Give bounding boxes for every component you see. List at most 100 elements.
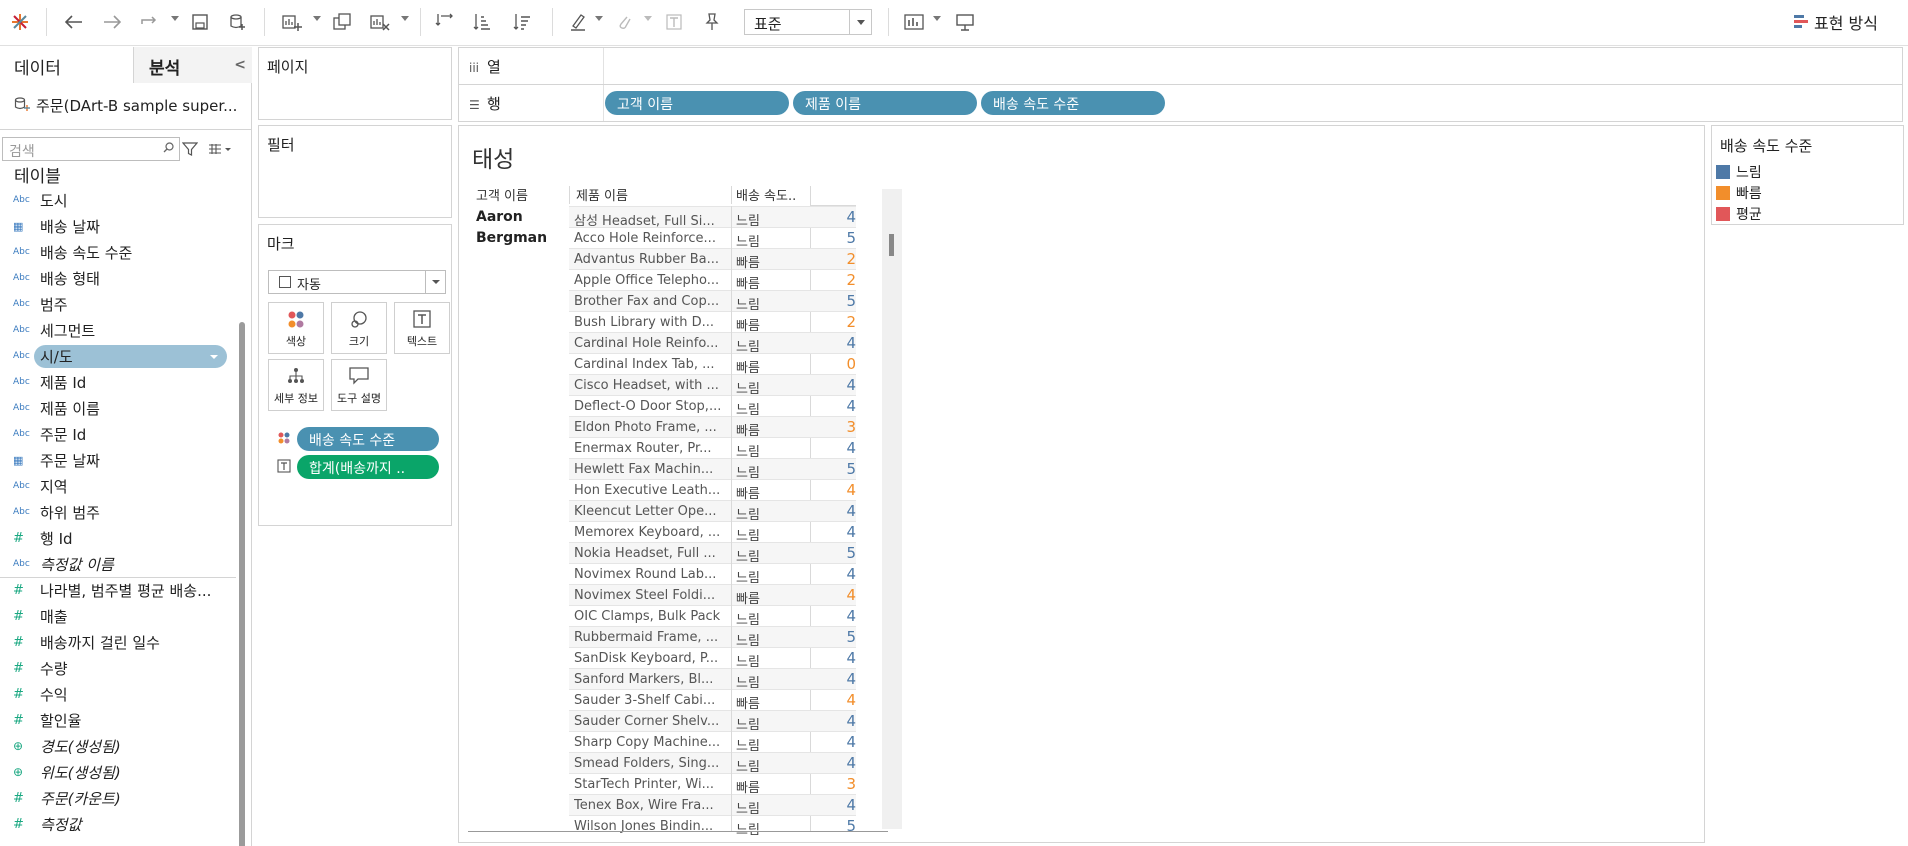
table-row[interactable]: Wilson Jones Bindin... 느림 5	[569, 815, 856, 838]
header-shipping-speed[interactable]: 배송 속도..	[736, 185, 796, 204]
table-row[interactable]: Brother Fax and Cop... 느림 5	[569, 290, 856, 313]
size-button[interactable]: 크기	[331, 302, 387, 354]
legend-title[interactable]: 배송 속도 수준	[1720, 135, 1812, 156]
text-button[interactable]: 텍스트	[394, 302, 450, 354]
field-item[interactable]: Abc 배송 속도 수준	[0, 239, 236, 265]
table-row[interactable]: Hon Executive Leath... 빠름 4	[569, 479, 856, 502]
filters-card[interactable]: 필터	[258, 125, 452, 218]
filter-icon[interactable]	[182, 141, 198, 157]
chevron-down-icon[interactable]	[849, 10, 871, 34]
field-item[interactable]: ⊕ 경도(생성됨)	[0, 733, 236, 759]
collapse-pane-icon[interactable]: <	[234, 57, 246, 73]
table-row[interactable]: Bush Library with D... 빠름 2	[569, 311, 856, 334]
save-icon[interactable]	[188, 9, 212, 35]
field-item[interactable]: # 행 Id	[0, 525, 236, 551]
field-item[interactable]: ▦ 주문 날짜	[0, 447, 236, 473]
table-row[interactable]: Smead Folders, Sing... 느림 4	[569, 752, 856, 775]
field-item[interactable]: # 배송까지 걸린 일수	[0, 629, 236, 655]
group-members-icon[interactable]	[612, 9, 636, 35]
tab-data[interactable]: 데이터	[0, 47, 134, 83]
field-item[interactable]: ⊕ 위도(생성됨)	[0, 759, 236, 785]
replay-icon[interactable]	[138, 9, 162, 35]
table-row[interactable]: 삼성 Headset, Full Si... 느림 4	[569, 206, 856, 229]
highlight-dropdown-icon[interactable]	[595, 16, 603, 21]
table-row[interactable]: OIC Clamps, Bulk Pack 느림 4	[569, 605, 856, 628]
presentation-mode-icon[interactable]	[953, 9, 977, 35]
table-row[interactable]: SanDisk Keyboard, P... 느림 4	[569, 647, 856, 670]
undo-icon[interactable]	[62, 9, 86, 35]
pin-icon[interactable]	[700, 9, 724, 35]
sheet-title[interactable]: 태성	[472, 140, 514, 174]
columns-shelf[interactable]: iii 열	[458, 47, 1903, 85]
view-options-icon[interactable]	[208, 143, 232, 157]
table-row[interactable]: Hewlett Fax Machin... 느림 5	[569, 458, 856, 481]
new-worksheet-icon[interactable]	[280, 9, 304, 35]
table-row[interactable]: Cardinal Index Tab, ... 빠름 0	[569, 353, 856, 376]
field-item[interactable]: Abc 범주	[0, 291, 236, 317]
table-row[interactable]: StarTech Printer, Wi... 빠름 3	[569, 773, 856, 796]
color-button[interactable]: 색상	[268, 302, 324, 354]
tableau-logo-icon[interactable]	[8, 9, 32, 35]
field-item[interactable]: Abc 제품 Id	[0, 369, 236, 395]
table-row[interactable]: Sauder Corner Shelv... 느림 4	[569, 710, 856, 733]
detail-button[interactable]: 세부 정보	[268, 359, 324, 411]
field-item[interactable]: Abc 제품 이름	[0, 395, 236, 421]
legend-item[interactable]: 평균	[1716, 204, 1762, 224]
table-row[interactable]: Acco Hole Reinforce... 느림 5	[569, 227, 856, 250]
field-item[interactable]: # 수익	[0, 681, 236, 707]
table-row[interactable]: Sanford Markers, Bl... 느림 4	[569, 668, 856, 691]
fit-select[interactable]: 표준	[744, 9, 872, 35]
table-row[interactable]: Kleencut Letter Ope... 느림 4	[569, 500, 856, 523]
table-row[interactable]: Novimex Round Lab... 느림 4	[569, 563, 856, 586]
group-dropdown-icon[interactable]	[644, 16, 652, 21]
field-item[interactable]: Abc 주문 Id	[0, 421, 236, 447]
sort-ascending-icon[interactable]	[470, 9, 494, 35]
tooltip-button[interactable]: 도구 설명	[331, 359, 387, 411]
mark-type-select[interactable]: 자동	[268, 270, 446, 294]
table-row[interactable]: Advantus Rubber Ba... 빠름 2	[569, 248, 856, 271]
table-row[interactable]: Deflect-O Door Stop,... 느림 4	[569, 395, 856, 418]
swap-rows-columns-icon[interactable]	[432, 9, 456, 35]
field-item[interactable]: Abc 측정값 이름	[0, 551, 236, 577]
new-worksheet-dropdown-icon[interactable]	[313, 16, 321, 21]
header-customer-name[interactable]: 고객 이름	[476, 185, 528, 204]
table-row[interactable]: Cisco Headset, with ... 느림 4	[569, 374, 856, 397]
clear-sheet-icon[interactable]	[368, 9, 392, 35]
field-item[interactable]: # 할인율	[0, 707, 236, 733]
view-scrollbar[interactable]	[882, 189, 902, 829]
show-hide-cards-icon[interactable]	[902, 9, 926, 35]
table-row[interactable]: Sharp Copy Machine... 느림 4	[569, 731, 856, 754]
header-product-name[interactable]: 제품 이름	[576, 185, 628, 204]
legend-item[interactable]: 느림	[1716, 162, 1762, 182]
field-item[interactable]: # 주문(카운트)	[0, 785, 236, 811]
table-row[interactable]: Nokia Headset, Full ... 느림 5	[569, 542, 856, 565]
table-row[interactable]: Enermax Router, Pr... 느림 4	[569, 437, 856, 460]
datasource-item[interactable]: 주문(DArt-B sample super...	[0, 84, 252, 130]
highlight-icon[interactable]	[566, 9, 590, 35]
show-me-button[interactable]: 표현 방식	[1794, 10, 1878, 34]
row-pill-shipping-speed[interactable]: 배송 속도 수준	[981, 91, 1165, 115]
tab-analytics[interactable]: 분석 <	[134, 47, 252, 83]
cards-dropdown-icon[interactable]	[933, 16, 941, 21]
chevron-down-icon[interactable]	[425, 271, 445, 293]
field-item[interactable]: Abc 하위 범주	[0, 499, 236, 525]
color-pill[interactable]: 배송 속도 수준	[297, 427, 439, 451]
rows-shelf[interactable]: ☰ 행 고객 이름 제품 이름 배송 속도 수준	[458, 84, 1903, 122]
field-item[interactable]: Abc 시/도	[0, 343, 236, 369]
redo-icon[interactable]	[100, 9, 124, 35]
row-pill-product-name[interactable]: 제품 이름	[793, 91, 977, 115]
field-item[interactable]: # 측정값	[0, 811, 236, 837]
field-item[interactable]: Abc 지역	[0, 473, 236, 499]
field-item[interactable]: # 매출	[0, 603, 236, 629]
data-pane-scrollbar[interactable]	[239, 322, 245, 846]
text-pill[interactable]: 합계(배송까지 ..	[297, 455, 439, 479]
customer-name-cell[interactable]: Aaron Bergman	[476, 207, 547, 249]
row-pill-customer-name[interactable]: 고객 이름	[605, 91, 789, 115]
table-row[interactable]: Memorex Keyboard, ... 느림 4	[569, 521, 856, 544]
new-datasource-icon[interactable]	[226, 9, 250, 35]
table-row[interactable]: Eldon Photo Frame, ... 빠름 3	[569, 416, 856, 439]
replay-dropdown-icon[interactable]	[171, 16, 179, 21]
duplicate-sheet-icon[interactable]	[330, 9, 354, 35]
view-scrollbar-thumb[interactable]	[889, 234, 894, 256]
field-item[interactable]: # 수량	[0, 655, 236, 681]
